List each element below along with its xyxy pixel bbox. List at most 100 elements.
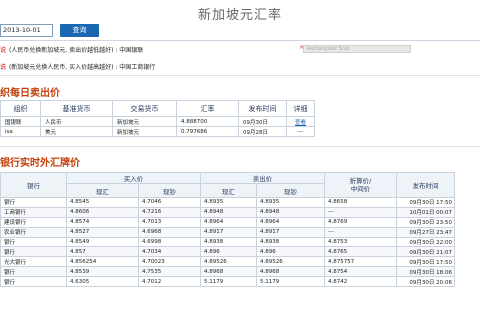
daily-rate-table: 组织 基准货币 交易货币 汇率 发布时间 详细 国银联 人民币 新加坡元 4.8… (0, 100, 315, 137)
spot-buy-cell: 4.8549 (66, 236, 139, 248)
detail-cell: --- (286, 126, 315, 137)
time-cell: 09月30日 (238, 116, 287, 127)
notice-text: (人民币兑换新加坡元, 卖出价越低越好) : 中国银联 (8, 47, 144, 54)
table-row: 国银联 人民币 新加坡元 4.888700 09月30日 查看 (0, 116, 315, 127)
bank-name-cell: 光大银行 (0, 256, 67, 268)
bank-name-cell: 银行 (0, 266, 67, 278)
mid-rate-cell: 4.8658 (324, 197, 397, 208)
bank-name-cell: 银行 (0, 276, 67, 288)
table-row: 工商银行 4.8606 4.7216 4.8948 4.8948 --- 10月01日 00… (0, 206, 455, 218)
publish-time-cell: 09月30日 22:00 (396, 236, 455, 248)
bank-name-cell: 农业银行 (0, 226, 67, 238)
cash-sell-cell: 4.8938 (256, 236, 325, 248)
cash-sell-cell: 4.8948 (256, 206, 325, 218)
cash-buy-cell: 4.70023 (138, 256, 201, 268)
spot-buy-cell: 4.8539 (66, 266, 139, 278)
mid-rate-cell: 4.8769 (324, 216, 397, 228)
notice-buy: 说 (新加坡元兑换人民币, 买入价越高越好) : 中国工商银行 (0, 62, 155, 71)
target-cell: 新加坡元 (112, 116, 177, 127)
time-cell: 09月28日 (238, 126, 287, 137)
table-row: 农业银行 4.8527 4.6968 4.8917 4.8917 --- 09月27日 23… (0, 226, 455, 238)
notice-sell: 说 (人民币兑换新加坡元, 卖出价越低越好) : 中国银联 (0, 45, 143, 54)
bank-col-header: 银行 (0, 172, 67, 198)
cash-buy-cell: 4.7535 (138, 266, 201, 278)
bank-name-cell: 银行 (0, 236, 67, 248)
col-header: 组织 (0, 100, 41, 117)
spot-sell-cell: 4.89526 (200, 256, 257, 268)
publish-time-cell: 09月30日 18:06 (396, 266, 455, 278)
section-divider (0, 75, 480, 76)
view-detail-link[interactable]: 查看 (295, 120, 306, 126)
date-input[interactable]: 2013-10-01 (0, 24, 53, 37)
publish-time-cell: 09月30日 17:50 (396, 197, 455, 208)
cash-sell-cell: 4.896 (256, 246, 325, 258)
table-row: 银行 4.8545 4.7046 4.8935 4.8935 4.8658 09月30日 1… (0, 197, 455, 208)
mid-rate-cell: --- (324, 226, 397, 238)
cash-sell-cell: 4.8917 (256, 226, 325, 238)
mid-rate-cell: 4.8753 (324, 236, 397, 248)
table-header-row: 组织 基准货币 交易货币 汇率 发布时间 详细 (0, 100, 315, 117)
buy-col-header: 买入价 (66, 172, 201, 184)
org-cell: 国银联 (0, 116, 41, 127)
table-row: 银行 4.857 4.7034 4.896 4.896 4.8765 09月30日 21:0… (0, 246, 455, 258)
col-header: 汇率 (176, 100, 239, 117)
cash-buy-header: 现钞 (138, 183, 201, 198)
page-title: 新加坡元汇率 (197, 8, 282, 23)
col-header: 基准货币 (40, 100, 113, 117)
table-row: isa 美元 新加坡元 0.797686 09月28日 --- (0, 126, 315, 137)
spot-sell-cell: 4.8964 (200, 216, 257, 228)
spot-sell-cell: 4.8935 (200, 197, 257, 208)
snip-overlay[interactable]: × Rectangular Snip (299, 45, 411, 53)
col-header: 详细 (286, 100, 315, 117)
table-header-row: 银行 买入价 卖出价 折算价/ 中间价 发布时间 (0, 172, 455, 198)
table-row: 建设银行 4.8574 4.7013 4.8964 4.8964 4.8769 09月30日… (0, 216, 455, 228)
query-button[interactable]: 查询 (60, 24, 99, 37)
spot-buy-cell: 4.8574 (66, 216, 139, 228)
time-col-header: 发布时间 (396, 172, 455, 198)
spot-sell-cell: 4.8917 (200, 226, 257, 238)
cash-buy-cell: 4.6968 (138, 226, 201, 238)
mid-rate-cell: 4.875757 (324, 256, 397, 268)
snip-label: Rectangular Snip (307, 46, 350, 52)
publish-time-cell: 09月30日 17:50 (396, 256, 455, 268)
sell-col-header: 卖出价 (200, 172, 325, 184)
spot-buy-cell: 4.8545 (66, 197, 139, 208)
target-cell: 新加坡元 (112, 126, 177, 137)
publish-time-cell: 09月30日 20:06 (396, 276, 455, 288)
mid-col-header: 折算价/ 中间价 (324, 172, 397, 198)
mid-rate-cell: --- (324, 206, 397, 218)
cash-buy-cell: 4.6998 (138, 236, 201, 248)
rate-cell: 4.888700 (176, 116, 239, 127)
header-divider (0, 40, 480, 41)
spot-sell-cell: 4.8948 (200, 206, 257, 218)
cash-buy-cell: 4.7012 (138, 276, 201, 288)
spot-buy-cell: 4.856254 (66, 256, 139, 268)
spot-sell-cell: 4.8968 (200, 266, 257, 278)
col-header: 交易货币 (112, 100, 177, 117)
notice-tag: 说 (0, 47, 7, 54)
spot-buy-cell: 4.8527 (66, 226, 139, 238)
spot-sell-header: 现汇 (200, 183, 257, 198)
col-header: 发布时间 (238, 100, 287, 117)
cash-sell-cell: 4.8964 (256, 216, 325, 228)
close-icon[interactable]: × (299, 45, 304, 51)
table-row: 光大银行 4.856254 4.70023 4.89526 4.89526 4.87575… (0, 256, 455, 268)
cash-sell-cell: 4.8935 (256, 197, 325, 208)
mid-rate-cell: 4.8765 (324, 246, 397, 258)
bank-name-cell: 银行 (0, 197, 67, 208)
spot-buy-cell: 4.8606 (66, 206, 139, 218)
bank-name-cell: 建设银行 (0, 216, 67, 228)
spot-buy-cell: 4.6305 (66, 276, 139, 288)
mid-rate-cell: 4.8754 (324, 266, 397, 278)
bank-name-cell: 工商银行 (0, 206, 67, 218)
table-row: 银行 4.8539 4.7535 4.8968 4.8968 4.8754 09月30日 1… (0, 266, 455, 278)
spot-sell-cell: 4.8938 (200, 236, 257, 248)
mid-rate-cell: 4.8742 (324, 276, 397, 288)
detail-cell: 查看 (286, 116, 315, 127)
realtime-section-title: 银行实时外汇牌价 (0, 158, 80, 169)
base-cell: 人民币 (40, 116, 113, 127)
cash-sell-header: 现钞 (256, 183, 325, 198)
publish-time-cell: 09月27日 23:47 (396, 226, 455, 238)
spot-buy-cell: 4.857 (66, 246, 139, 258)
org-cell: isa (0, 126, 41, 137)
